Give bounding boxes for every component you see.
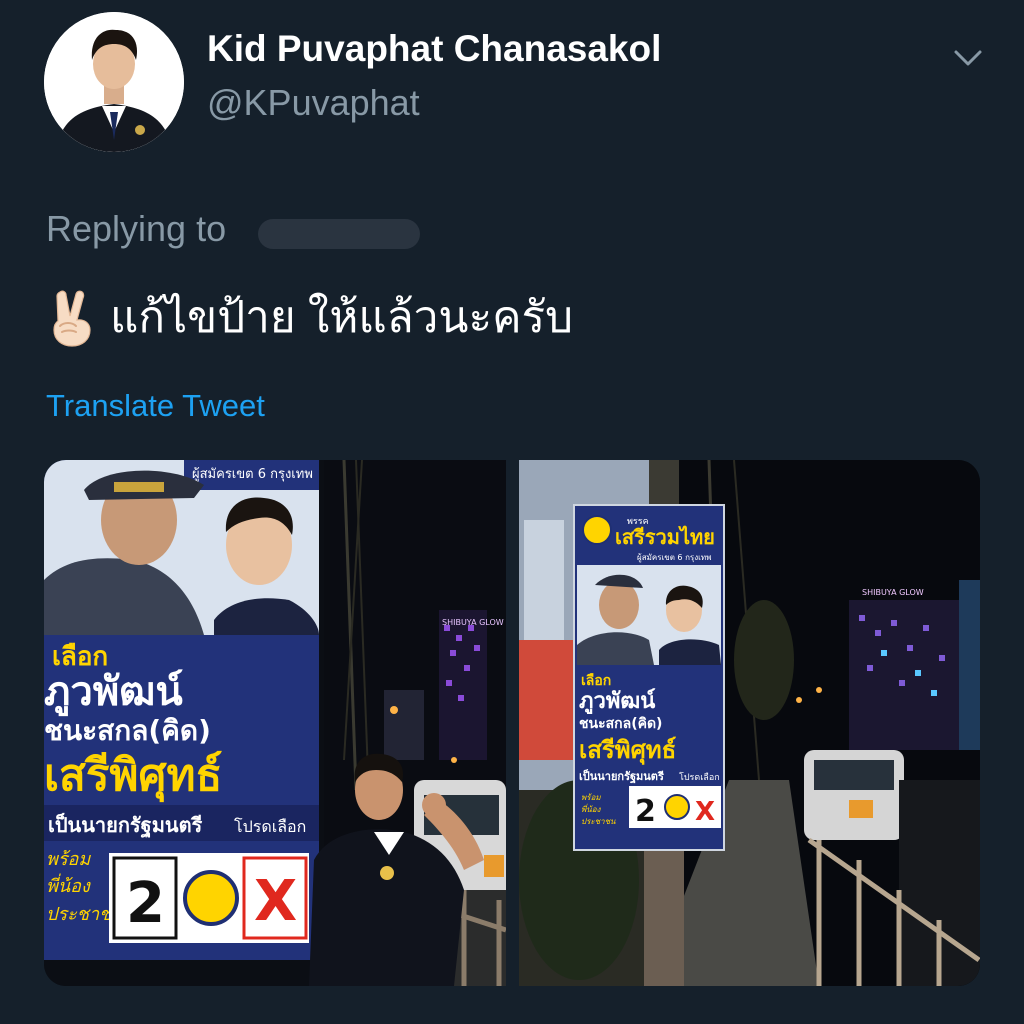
svg-text:พร้อม: พร้อม	[46, 849, 91, 870]
tweet-text: แก้ไขป้าย ให้แล้วนะครับ	[46, 282, 573, 352]
tweet-photo-left[interactable]: SHIBUYA GLOW ผู้สมัครเขต 6 กรุงเทพ เลือก…	[44, 460, 506, 986]
campaign-poster-right: พรรค เสรีรวมไทย ผู้สมัครเขต 6 กรุงเทพ เล…	[573, 504, 725, 851]
svg-text:เสรีรวมไทย: เสรีรวมไทย	[615, 525, 715, 549]
campaign-poster-left: ผู้สมัครเขต 6 กรุงเทพ เลือก ภูวพัฒน์ ชนะ…	[44, 460, 319, 960]
tweet-detail: Kid Puvaphat Chanasakol @KPuvaphat Reply…	[0, 0, 1024, 1024]
author-handle[interactable]: @KPuvaphat	[207, 82, 420, 124]
svg-text:พี่น้อง: พี่น้อง	[46, 873, 91, 897]
replying-to-label: Replying to	[46, 208, 227, 249]
avatar-image	[44, 12, 184, 152]
svg-text:2: 2	[126, 871, 165, 936]
svg-text:ภูวพัฒน์: ภูวพัฒน์	[44, 669, 183, 716]
svg-text:โปรดเลือก: โปรดเลือก	[234, 817, 306, 836]
photo-right-image: SHIBUYA GLOW พรรค เสรีรวมไทย ผู้สมัครเขต…	[519, 460, 980, 986]
svg-text:เลือก: เลือก	[52, 642, 108, 672]
redacted-mention[interactable]	[258, 219, 420, 249]
svg-text:X: X	[254, 869, 297, 934]
svg-text:ผู้สมัครเขต 6 กรุงเทพ: ผู้สมัครเขต 6 กรุงเทพ	[192, 467, 313, 482]
svg-text:ประชาชน: ประชาชน	[581, 817, 616, 826]
svg-text:ภูวพัฒน์: ภูวพัฒน์	[579, 688, 656, 715]
avatar[interactable]	[44, 12, 184, 152]
svg-text:ชนะสกล(คิด): ชนะสกล(คิด)	[579, 716, 662, 732]
svg-text:พี่น้อง: พี่น้อง	[581, 803, 602, 814]
victory-hand-icon	[53, 290, 91, 347]
svg-text:เสรีพิศุทธ์: เสรีพิศุทธ์	[44, 750, 222, 803]
tweet-photo-right[interactable]: SHIBUYA GLOW พรรค เสรีรวมไทย ผู้สมัครเขต…	[519, 460, 980, 986]
author-display-name[interactable]: Kid Puvaphat Chanasakol	[207, 28, 661, 70]
svg-text:โปรดเลือก: โปรดเลือก	[679, 772, 720, 783]
svg-text:ผู้สมัครเขต 6 กรุงเทพ: ผู้สมัครเขต 6 กรุงเทพ	[637, 553, 711, 563]
svg-text:2: 2	[635, 794, 656, 829]
building-sign-right: SHIBUYA GLOW	[862, 588, 924, 597]
svg-text:ชนะสกล(คิด): ชนะสกล(คิด)	[44, 714, 211, 747]
building-sign: SHIBUYA GLOW	[442, 618, 504, 627]
svg-text:X: X	[695, 797, 715, 827]
svg-text:เลือก: เลือก	[581, 673, 611, 689]
tweet-body: แก้ไขป้าย ให้แล้วนะครับ	[110, 293, 574, 342]
chevron-down-icon[interactable]	[948, 40, 988, 76]
svg-text:เสรีพิศุทธ์: เสรีพิศุทธ์	[579, 736, 676, 766]
svg-text:เป็นนายกรัฐมนตรี: เป็นนายกรัฐมนตรี	[579, 769, 664, 784]
translate-tweet-link[interactable]: Translate Tweet	[46, 388, 265, 424]
svg-text:เป็นนายกรัฐมนตรี: เป็นนายกรัฐมนตรี	[48, 812, 203, 839]
photo-left-image: SHIBUYA GLOW ผู้สมัครเขต 6 กรุงเทพ เลือก…	[44, 460, 506, 986]
svg-text:พร้อม: พร้อม	[581, 793, 601, 802]
